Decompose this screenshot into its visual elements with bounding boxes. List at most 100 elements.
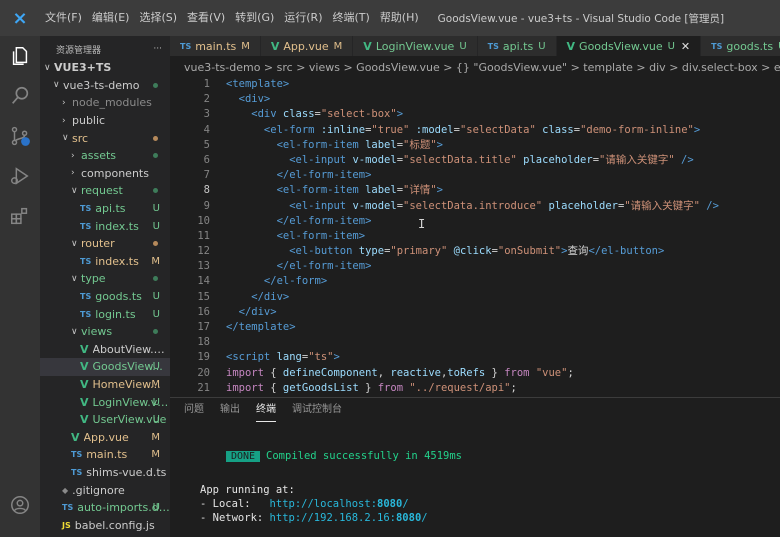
tree-item[interactable]: V App.vue M bbox=[40, 428, 170, 446]
tree-item[interactable]: V LoginView.vue U bbox=[40, 393, 170, 411]
tree-item[interactable]: ∨ router bbox=[40, 235, 170, 253]
close-icon[interactable]: ✕ bbox=[681, 40, 690, 53]
code-token: > bbox=[396, 108, 404, 121]
tree-item[interactable]: ∨ request bbox=[40, 182, 170, 200]
tree-item[interactable]: ∨ VUE3+TS bbox=[40, 59, 170, 77]
more-actions-button[interactable]: ··· bbox=[153, 44, 162, 54]
line-number: 11 bbox=[197, 229, 210, 242]
code-token: class bbox=[542, 123, 574, 136]
local-url[interactable]: http://localhost:8080/ bbox=[270, 498, 409, 510]
tab-label: App.vue bbox=[283, 39, 329, 53]
panel-tab[interactable]: 问题 bbox=[184, 398, 204, 422]
explorer-header: 资源管理器 ··· bbox=[40, 39, 170, 59]
menu-item[interactable]: 转到(G) bbox=[230, 0, 279, 36]
menu-item[interactable]: 选择(S) bbox=[134, 0, 182, 36]
modified-dot-icon bbox=[153, 153, 158, 159]
tree-item[interactable]: V GoodsView... U bbox=[40, 358, 170, 376]
code-line: 5 <el-form-item label="标题"> bbox=[170, 138, 780, 153]
code-token: </el-button> bbox=[588, 245, 665, 258]
code-token: <el-input bbox=[226, 199, 353, 212]
tab-main-ts[interactable]: TS main.ts M bbox=[170, 36, 261, 56]
tab-api-ts[interactable]: TS api.ts U bbox=[477, 36, 557, 56]
code-token: /> bbox=[674, 153, 694, 166]
tree-item[interactable]: ∨ vue3-ts-demo bbox=[40, 77, 170, 95]
git-status-badge: U bbox=[538, 40, 546, 52]
code-content: <el-form-item> bbox=[210, 229, 366, 244]
tree-item[interactable]: TS index.ts U bbox=[40, 217, 170, 235]
tree-item[interactable]: V AboutView.vue bbox=[40, 341, 170, 359]
search-icon[interactable] bbox=[0, 76, 40, 116]
code-content: <el-form-item label="详情"> bbox=[210, 183, 443, 198]
tree-item[interactable]: JS babel.config.js bbox=[40, 516, 170, 534]
tab-loginview-vue[interactable]: V LoginView.vue U bbox=[353, 36, 478, 56]
git-status-badge: U bbox=[152, 203, 160, 215]
tab-goods-ts[interactable]: TSgoods.tsU bbox=[701, 36, 780, 56]
tree-item[interactable]: TS main.ts M bbox=[40, 446, 170, 464]
tree-item[interactable]: TS login.ts U bbox=[40, 305, 170, 323]
panel-tab[interactable]: 终端 bbox=[256, 398, 276, 422]
typescript-file-icon: TS bbox=[71, 450, 83, 460]
extensions-icon[interactable] bbox=[0, 196, 40, 236]
menu-item[interactable]: 终端(T) bbox=[328, 0, 375, 36]
tree-item[interactable]: TS index.ts M bbox=[40, 253, 170, 271]
code-line: 15 </div> bbox=[170, 290, 780, 305]
menu-item[interactable]: 运行(R) bbox=[279, 0, 327, 36]
code-line: 20 import { defineComponent, reactive,toR… bbox=[170, 366, 780, 381]
network-url[interactable]: http://192.168.2.16:8080/ bbox=[270, 512, 428, 524]
code-token: getGoodsList bbox=[282, 381, 359, 394]
menu-item[interactable]: 帮助(H) bbox=[375, 0, 424, 36]
tree-item[interactable]: V HomeView... M bbox=[40, 376, 170, 394]
tree-item[interactable]: TS shims-vue.d.ts bbox=[40, 464, 170, 482]
run-debug-icon[interactable] bbox=[0, 156, 40, 196]
tree-item[interactable]: ◆ .gitignore bbox=[40, 481, 170, 499]
menu-item[interactable]: 查看(V) bbox=[182, 0, 230, 36]
tree-item[interactable]: TS auto-imports.d.ts U bbox=[40, 499, 170, 517]
tree-item[interactable]: ∨ views bbox=[40, 323, 170, 341]
local-label: - Local: bbox=[200, 498, 270, 510]
panel-tab[interactable]: 调试控制台 bbox=[292, 398, 342, 422]
code-line: 17 </template> bbox=[170, 320, 780, 335]
code-token: import bbox=[226, 381, 264, 394]
git-status-badge: U bbox=[152, 414, 160, 426]
code-content: <el-input v-model="selectData.title" pla… bbox=[210, 153, 694, 168]
line-number: 19 bbox=[197, 351, 210, 364]
code-editor[interactable]: 1 <template> 2 <div> 3 <div class="select-b… bbox=[170, 77, 780, 395]
code-content: import { defineComponent, reactive,toRef… bbox=[210, 366, 574, 381]
bottom-panel: 问题 输出 终端 调试控制台 DONE Compiled successfully in… bbox=[170, 397, 780, 537]
tree-item[interactable]: › public bbox=[40, 112, 170, 130]
chevron-right-icon: › bbox=[71, 168, 75, 179]
code-line: 2 <div> bbox=[170, 92, 780, 107]
line-number: 12 bbox=[197, 245, 210, 258]
code-token: type bbox=[358, 245, 385, 258]
code-token: v-model bbox=[352, 199, 397, 212]
code-line: 4 <el-form :inline="true" :model="select… bbox=[170, 123, 780, 138]
tab-label: main.ts bbox=[195, 39, 237, 53]
tab-app-vue[interactable]: V App.vue M bbox=[260, 36, 354, 56]
tree-item-label: goods.ts bbox=[95, 290, 142, 304]
account-icon[interactable] bbox=[0, 485, 40, 525]
panel-tab[interactable]: 输出 bbox=[220, 398, 240, 422]
tree-item-label: request bbox=[81, 184, 123, 198]
breadcrumb[interactable]: vue3-ts-demo > src > views > GoodsView.v… bbox=[170, 57, 780, 77]
code-line: 13 </el-form-item> bbox=[170, 259, 780, 274]
source-control-icon[interactable] bbox=[0, 116, 40, 156]
tree-item[interactable]: ∨ type bbox=[40, 270, 170, 288]
tree-item[interactable]: ∨ src bbox=[40, 129, 170, 147]
javascript-file-icon: JS bbox=[62, 520, 71, 530]
menu-item[interactable]: 文件(F) bbox=[40, 0, 87, 36]
tree-item[interactable]: TS goods.ts U bbox=[40, 288, 170, 306]
git-status-badge: U bbox=[459, 40, 467, 52]
tree-item[interactable]: TS api.ts U bbox=[40, 200, 170, 218]
code-token: </el-form-item> bbox=[226, 169, 372, 182]
code-token: import bbox=[226, 366, 264, 379]
tree-item[interactable]: › node_modules bbox=[40, 94, 170, 112]
line-number: 16 bbox=[197, 305, 210, 318]
menu-item[interactable]: 编辑(E) bbox=[87, 0, 135, 36]
tree-item[interactable]: › components bbox=[40, 165, 170, 183]
code-token: "true" bbox=[371, 123, 410, 136]
tab-goodsview-vue[interactable]: V GoodsView.vue U ✕ bbox=[556, 36, 702, 56]
explorer-icon[interactable] bbox=[0, 36, 40, 76]
code-token: "primary" bbox=[390, 245, 448, 258]
tree-item[interactable]: › assets bbox=[40, 147, 170, 165]
tree-item[interactable]: V UserView.vue U bbox=[40, 411, 170, 429]
